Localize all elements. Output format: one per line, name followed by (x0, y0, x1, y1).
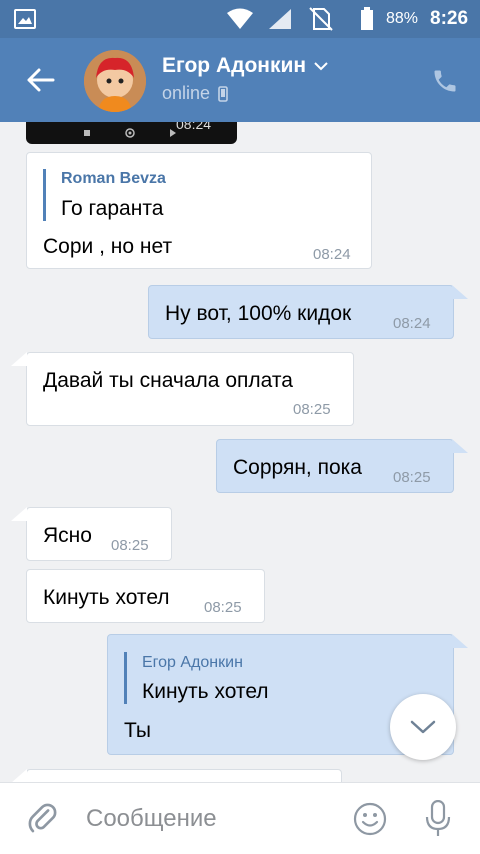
message-text: Ясно (43, 524, 92, 547)
message-composer (0, 782, 480, 854)
attach-icon (28, 803, 57, 833)
chat-header: Егор Адонкин online (0, 38, 480, 122)
message-time: 08:24 (313, 246, 351, 263)
bubble-tail (452, 634, 468, 648)
reply-text: Го гаранта (61, 197, 164, 220)
call-button[interactable] (428, 64, 462, 98)
message-text: Ты (124, 719, 151, 742)
message-time: 08:24 (393, 315, 431, 332)
message-text: Соррян, пока (233, 456, 362, 479)
message-bubble-incoming[interactable]: Кинуть хотел 08:25 (26, 569, 265, 623)
battery-level: 88% (386, 10, 419, 27)
gallery-icon (14, 0, 36, 38)
reply-author: Егор Адонкин (142, 654, 243, 671)
message-text: Ну вот, 100% кидок (165, 302, 352, 325)
message-text: Давай ты сначала оплата (43, 369, 293, 392)
message-time: 08:25 (204, 599, 242, 616)
no-sim-icon (308, 0, 334, 38)
status-bar: 88% 8:26 (0, 0, 480, 38)
bubble-tail (452, 285, 468, 299)
scroll-to-bottom-button[interactable] (390, 694, 456, 760)
message-text: Сори , но нет (43, 235, 173, 258)
call-icon (434, 70, 456, 92)
nav-buttons-icon (84, 128, 176, 138)
attach-button[interactable] (24, 801, 60, 837)
message-bubble-outgoing[interactable]: Ну вот, 100% кидок 08:24 (148, 285, 454, 339)
emoji-icon (353, 802, 387, 836)
chevron-down-icon (314, 61, 328, 71)
message-time: 08:25 (393, 469, 431, 486)
bubble-tail (11, 507, 27, 521)
message-bubble-incoming[interactable]: Давай ты сначала оплата 08:25 (26, 352, 354, 426)
back-button[interactable] (22, 62, 58, 98)
video-preview[interactable]: 08:24 (26, 122, 237, 144)
mobile-phone-icon (218, 85, 228, 102)
message-list[interactable]: 08:24 Roman Bevza Го гаранта Сори , но н… (0, 122, 480, 782)
message-time: 08:25 (293, 401, 331, 418)
battery-icon (360, 0, 374, 38)
wifi-icon (226, 0, 254, 38)
message-input[interactable] (86, 803, 326, 835)
message-time: 08:25 (111, 537, 149, 554)
message-bubble-incoming[interactable]: Ясно 08:25 (26, 507, 172, 561)
reply-text: Кинуть хотел (142, 680, 269, 703)
back-arrow-icon (27, 68, 55, 92)
message-text: Кинуть хотел (43, 586, 170, 609)
microphone-button[interactable] (422, 799, 454, 839)
contact-status: online (162, 83, 228, 104)
emoji-button[interactable] (352, 801, 388, 837)
chevron-down-icon (410, 720, 436, 734)
reply-author: Roman Bevza (61, 170, 166, 187)
message-bubble-incoming[interactable] (26, 769, 342, 782)
microphone-icon (425, 800, 451, 836)
message-bubble-outgoing[interactable]: Соррян, пока 08:25 (216, 439, 454, 493)
contact-name-text: Егор Адонкин (162, 54, 307, 77)
avatar[interactable] (84, 50, 146, 112)
reply-bar (43, 169, 46, 221)
chat-screen: 88% 8:26 Егор Адонкин online 08:24 Roman… (0, 0, 480, 854)
bubble-tail (452, 439, 468, 453)
contact-name[interactable]: Егор Адонкин (162, 54, 328, 78)
reply-bar (124, 652, 127, 704)
online-status: online (162, 83, 211, 103)
message-bubble-incoming[interactable]: Roman Bevza Го гаранта Сори , но нет 08:… (26, 152, 372, 269)
bubble-tail (11, 352, 27, 366)
clock: 8:26 (430, 8, 469, 29)
bubble-tail (11, 769, 27, 782)
signal-icon (268, 0, 292, 38)
